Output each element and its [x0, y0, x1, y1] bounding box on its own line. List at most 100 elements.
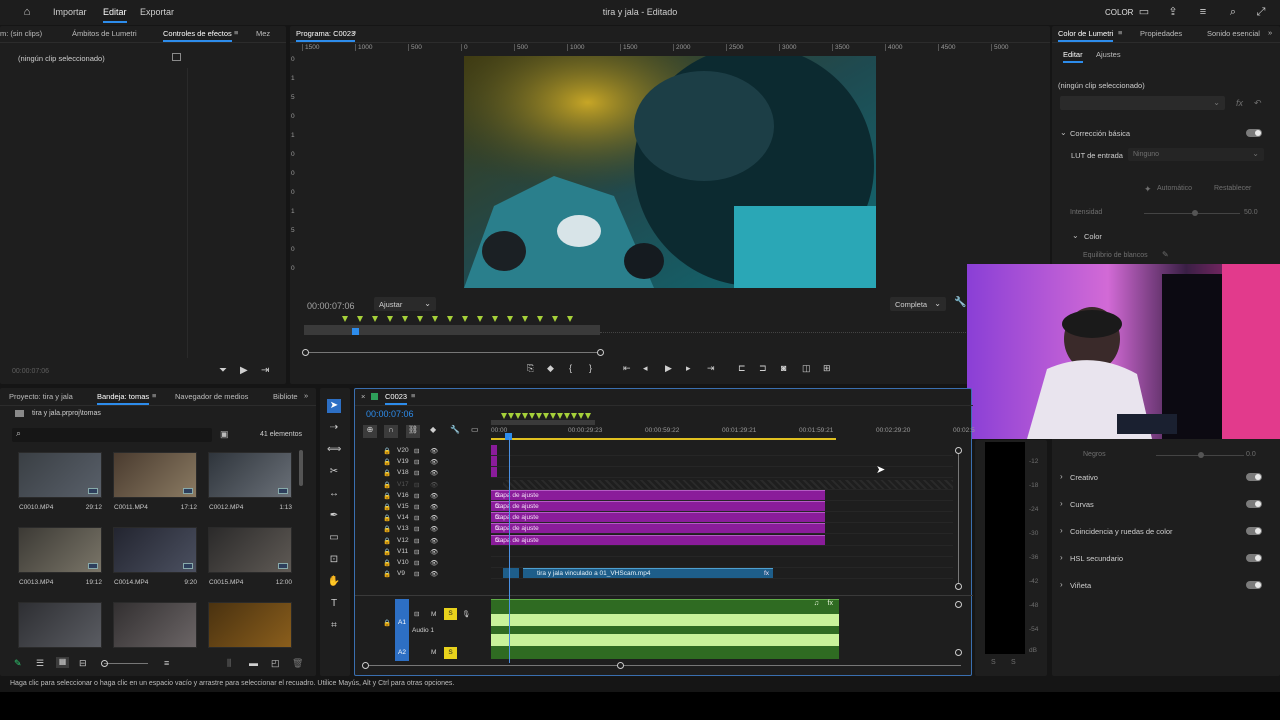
a1-label[interactable]: A1 [398, 619, 406, 626]
track-select-icon[interactable]: ⇢ [327, 421, 341, 435]
ruler-marker[interactable] [585, 413, 591, 419]
eyedropper-icon[interactable]: ✎ [1162, 250, 1169, 259]
clip-thumbnail[interactable] [18, 452, 102, 498]
clip-thumbnail[interactable] [208, 452, 292, 498]
ruler-marker[interactable] [571, 413, 577, 419]
tab-lumetri-color[interactable]: Color de Lumetri [1058, 29, 1114, 42]
clip-thumbnail[interactable] [208, 602, 292, 648]
eye-icon[interactable]: 👁 [430, 525, 438, 533]
chevron-right-icon[interactable]: › [1060, 580, 1063, 589]
timeline-h-scroll[interactable] [365, 665, 961, 666]
list-view-icon[interactable]: ☰ [36, 658, 44, 669]
section-toggle-1[interactable] [1246, 500, 1262, 508]
sequence-tab[interactable]: C0023 [385, 392, 408, 405]
step-back-icon[interactable]: ◂ [643, 363, 648, 374]
ruler-marker[interactable] [543, 413, 549, 419]
avscroll-bottom[interactable] [955, 649, 962, 656]
pencil-icon[interactable]: ✎ [14, 658, 22, 669]
panel-menu-icon[interactable]: ≡ [352, 28, 356, 37]
sync-lock-icon[interactable]: ⊟ [414, 481, 419, 489]
a2-solo[interactable]: S [444, 647, 457, 659]
sync-lock-icon[interactable]: ⊟ [414, 570, 419, 578]
trash-icon[interactable]: 🗑 [292, 658, 303, 669]
playhead[interactable] [352, 328, 359, 335]
marker[interactable] [507, 316, 513, 322]
lock-icon[interactable]: 🔒 [383, 570, 391, 578]
mark-in-icon[interactable]: { [569, 363, 572, 373]
lock-icon[interactable]: 🔒 [383, 514, 391, 522]
folder-icon[interactable]: ▬ [249, 658, 258, 668]
eye-icon[interactable]: 👁 [430, 458, 438, 466]
eye-icon[interactable]: 👁 [430, 503, 438, 511]
lock-icon[interactable]: 🔒 [383, 492, 391, 500]
tab-project[interactable]: Proyecto: tira y jala [9, 392, 73, 401]
zoom-bar[interactable] [304, 352, 600, 353]
track-label-V10[interactable]: V10 [397, 559, 409, 566]
blacks-value[interactable]: 0.0 [1246, 451, 1256, 458]
timeline-playhead[interactable] [509, 437, 510, 663]
ruler-marker[interactable] [508, 413, 514, 419]
nest-icon[interactable]: ⊕ [363, 425, 377, 438]
sync-lock-icon[interactable]: ⊟ [414, 525, 419, 533]
ripple-edit-icon[interactable]: ⟺ [327, 443, 341, 457]
caption-icon[interactable]: ⌗ [327, 619, 341, 633]
zoom-handle-left[interactable] [302, 349, 309, 356]
warp-icon[interactable]: ⊡ [327, 553, 341, 567]
play-icon[interactable]: ▶ [665, 363, 672, 374]
lock-icon[interactable]: 🔒 [383, 481, 391, 489]
tab-essential-sound[interactable]: Sonido esencial [1207, 29, 1260, 38]
fx-icon[interactable]: fx [1236, 98, 1243, 108]
ruler-marker[interactable] [550, 413, 556, 419]
tab-lumetri-scopes[interactable]: Ámbitos de Lumetri [72, 29, 137, 38]
panel-menu-icon[interactable]: ≡ [152, 391, 156, 400]
program-title[interactable]: Programa: C0023 [296, 29, 356, 42]
share-icon[interactable]: ⇪ [1166, 5, 1180, 19]
avscroll-top[interactable] [955, 601, 962, 608]
adjustment-layer-clip[interactable]: Capa de ajuste fx [491, 534, 825, 545]
ruler-marker[interactable] [564, 413, 570, 419]
ruler-marker[interactable] [529, 413, 535, 419]
close-icon[interactable]: × [361, 392, 365, 401]
a1-solo[interactable]: S [444, 608, 457, 620]
settings-wrench-icon[interactable]: 🔧 [954, 297, 966, 308]
search-icon[interactable]: ⌕ [1226, 5, 1240, 19]
marker[interactable] [387, 316, 393, 322]
vr-icon[interactable]: ⊞ [823, 363, 831, 374]
work-area-bar[interactable] [491, 420, 595, 425]
marker[interactable] [477, 316, 483, 322]
wrench-icon[interactable]: 🔧 [450, 425, 460, 434]
small-clip[interactable] [491, 467, 497, 478]
nav-editar[interactable]: Editar [103, 7, 127, 23]
sync-lock-icon[interactable]: ⊟ [414, 548, 419, 556]
marker[interactable] [462, 316, 468, 322]
lock-icon[interactable]: 🔒 [383, 503, 391, 511]
reset-button[interactable]: Restablecer [1214, 185, 1251, 192]
small-clip[interactable] [491, 456, 497, 467]
track-label-V13[interactable]: V13 [397, 525, 409, 532]
tab-properties[interactable]: Propiedades [1140, 29, 1182, 38]
ruler-marker[interactable] [501, 413, 507, 419]
track-label-V14[interactable]: V14 [397, 514, 409, 521]
workspaces-icon[interactable]: ▭ [1137, 5, 1151, 19]
icon-view-icon[interactable]: ▦ [56, 657, 69, 668]
marker[interactable] [522, 316, 528, 322]
eye-icon[interactable]: 👁 [430, 559, 438, 567]
freeform-view-icon[interactable]: ⊟ [79, 658, 87, 669]
step-forward-icon[interactable]: ▸ [686, 363, 691, 374]
bin-scrollbar[interactable] [299, 450, 303, 486]
marker[interactable] [417, 316, 423, 322]
clip-thumbnail[interactable] [113, 527, 197, 573]
eye-icon[interactable]: 👁 [430, 447, 438, 455]
tab-source[interactable]: m: (sin clips) [0, 29, 42, 38]
section-toggle-4[interactable] [1246, 581, 1262, 589]
a2-label[interactable]: A2 [398, 649, 406, 656]
vscroll-bottom[interactable] [955, 583, 962, 590]
clip-thumbnail[interactable] [113, 602, 197, 648]
lock-icon[interactable]: 🔒 [383, 548, 391, 556]
monitor-work-area[interactable] [304, 325, 600, 335]
more-tabs-icon[interactable]: » [1268, 28, 1272, 37]
clip-thumbnail[interactable] [18, 602, 102, 648]
sync-lock-icon[interactable]: ⊟ [414, 537, 419, 545]
timeline-timecode[interactable]: 00:00:07:06 [366, 409, 414, 419]
adjustment-layer-clip[interactable]: Capa de ajuste fx [491, 501, 825, 511]
